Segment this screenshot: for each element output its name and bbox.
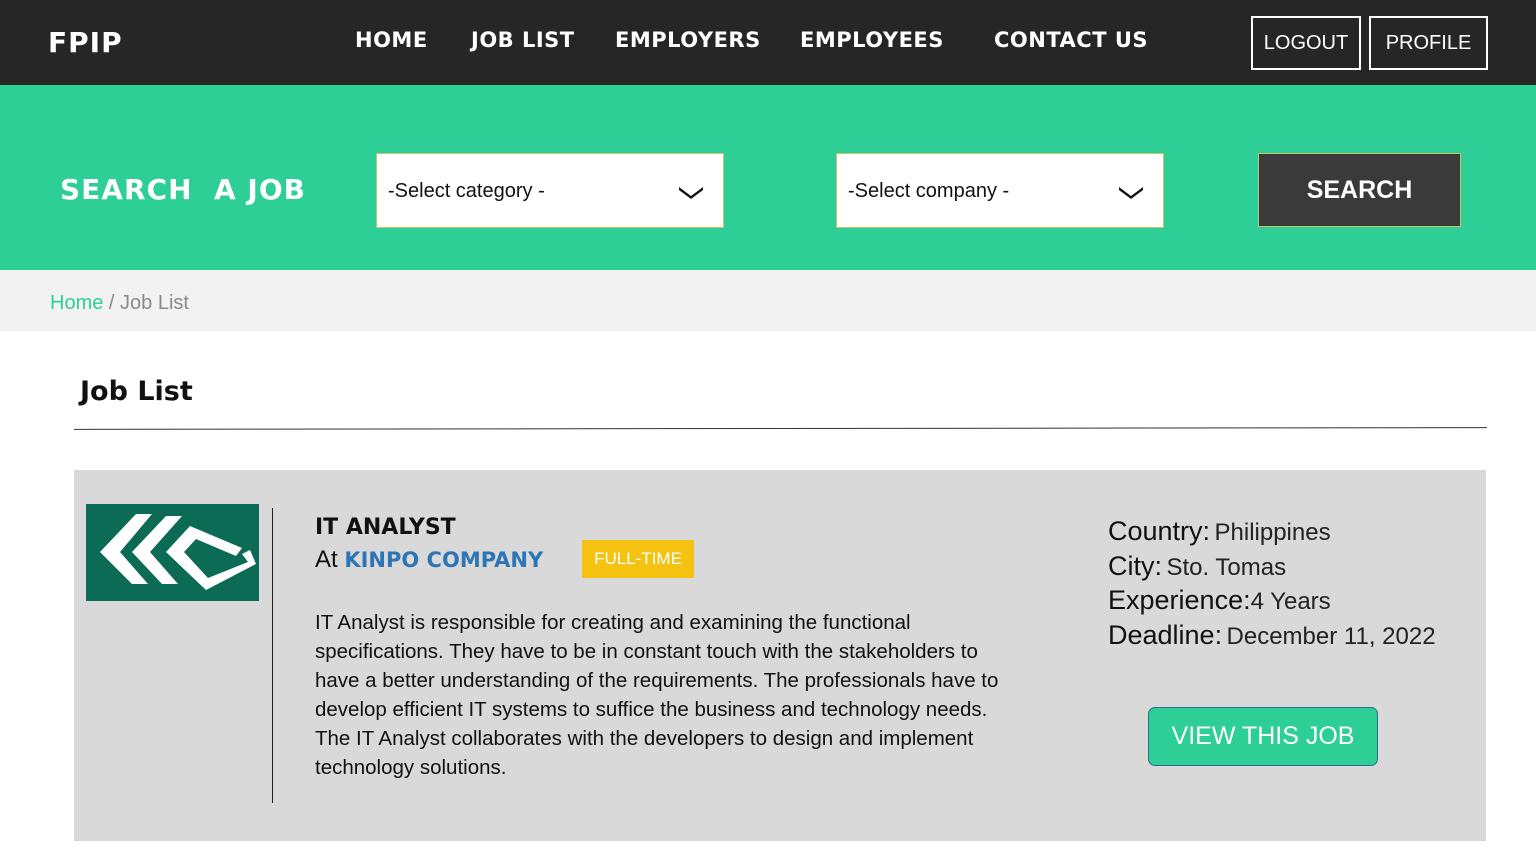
company-select[interactable]: -Select company - (836, 153, 1164, 228)
category-select[interactable]: -Select category - (376, 153, 724, 228)
job-title[interactable]: IT ANALYST (315, 515, 456, 540)
nav-employers-link[interactable]: EMPLOYERS (615, 28, 761, 52)
logout-button[interactable]: LOGOUT (1251, 16, 1361, 70)
breadcrumb-separator: / (103, 292, 121, 314)
country-label: Country: (1108, 516, 1211, 546)
card-divider (272, 508, 273, 803)
city-value: Sto. Tomas (1166, 553, 1287, 581)
company-select-value: -Select company - (848, 180, 1010, 202)
breadcrumb: Home / Job List (50, 292, 189, 315)
top-nav-bar: FPIP HOME JOB LIST EMPLOYERS EMPLOYEES C… (0, 0, 1536, 85)
nav-contact-us-link[interactable]: CONTACT US (994, 28, 1148, 52)
search-title: SEARCH A JOB (60, 173, 306, 206)
country-value: Philippines (1214, 519, 1331, 546)
job-type-badge: FULL-TIME (582, 540, 694, 578)
job-description: IT Analyst is responsible for creating a… (315, 611, 999, 779)
at-prefix: At (315, 546, 345, 573)
country-row: Country: Philippines (1108, 516, 1436, 551)
experience-value: 4 Years (1250, 588, 1331, 615)
company-link[interactable]: KINPO COMPANY (344, 548, 543, 572)
profile-button[interactable]: PROFILE (1369, 16, 1488, 70)
job-search-banner: SEARCH A JOB -Select category - -Select … (0, 85, 1536, 270)
breadcrumb-home-link[interactable]: Home (50, 292, 103, 314)
experience-row: Experience:4 Years (1108, 585, 1436, 620)
title-divider (73, 427, 1488, 430)
chevron-down-icon (679, 187, 703, 199)
deadline-label: Deadline: (1108, 619, 1223, 650)
deadline-row: Deadline: December 11, 2022 (1108, 620, 1436, 655)
search-button[interactable]: SEARCH (1258, 153, 1461, 227)
page-title: Job List (80, 376, 193, 407)
company-logo-icon (86, 504, 259, 601)
city-label: City: (1108, 550, 1162, 581)
brand-logo-text[interactable]: FPIP (48, 26, 123, 59)
chevron-down-icon (1119, 187, 1143, 199)
job-card: IT ANALYST At KINPO COMPANY FULL-TIME IT… (74, 470, 1486, 841)
job-meta: Country: Philippines City: Sto. Tomas Ex… (1108, 516, 1436, 654)
experience-label: Experience: (1108, 585, 1251, 615)
deadline-value: December 11, 2022 (1226, 622, 1436, 650)
breadcrumb-current: Job List (120, 292, 189, 314)
breadcrumb-bar: Home / Job List (0, 270, 1536, 331)
job-company-line: At KINPO COMPANY (315, 546, 543, 574)
category-select-value: -Select category - (388, 180, 545, 202)
nav-employees-link[interactable]: EMPLOYEES (800, 28, 944, 52)
city-row: City: Sto. Tomas (1108, 551, 1436, 586)
nav-home-link[interactable]: HOME (355, 28, 428, 52)
view-job-button[interactable]: VIEW THIS JOB (1148, 707, 1378, 766)
nav-job-list-link[interactable]: JOB LIST (471, 28, 575, 52)
